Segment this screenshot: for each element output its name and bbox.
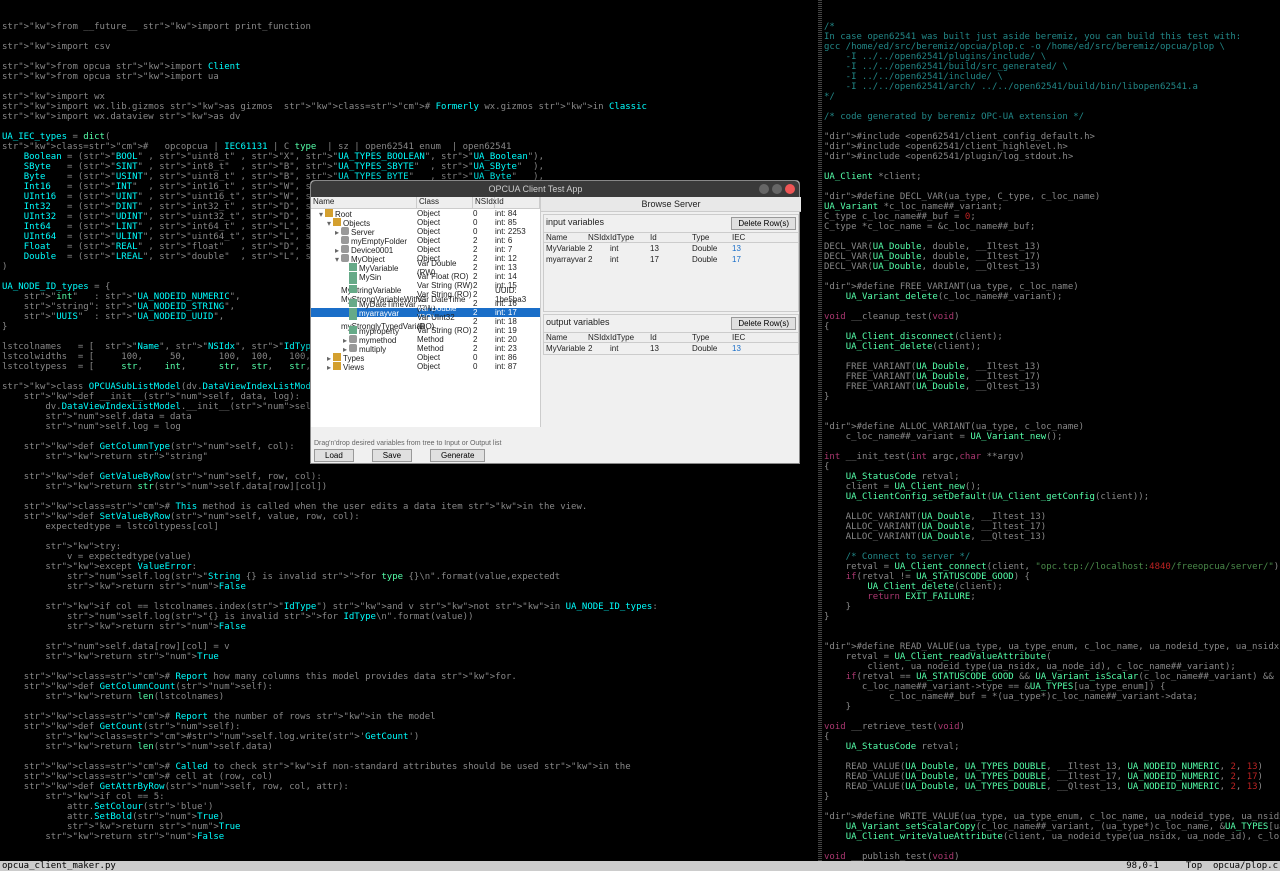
- grid-col-header[interactable]: IdType: [610, 233, 650, 242]
- status-file-right: opcua/plop.c: [1213, 861, 1278, 871]
- tree-row[interactable]: ▸ViewsObject0int: 87: [311, 362, 540, 371]
- grid-col-header[interactable]: IEC: [732, 333, 798, 342]
- input-grid-header: NameNSIdxIdTypeIdTypeIEC: [544, 232, 798, 243]
- right-code-content: /* In case open62541 was built just asid…: [824, 22, 1278, 862]
- status-pos: 98,0-1: [1126, 861, 1159, 871]
- tree-col-name[interactable]: Name: [311, 197, 417, 208]
- grid-row[interactable]: MyVariable2int13Double13: [544, 343, 798, 354]
- tree-col-class[interactable]: Class: [417, 197, 473, 208]
- right-editor-pane[interactable]: /* In case open62541 was built just asid…: [822, 0, 1280, 862]
- grid-col-header[interactable]: Type: [692, 333, 732, 342]
- tree-col-id[interactable]: Id: [495, 197, 540, 208]
- save-button[interactable]: Save: [372, 449, 412, 462]
- output-vars-label: output variables: [546, 317, 731, 330]
- dialog-right-panel: Browse Server input variables Delete Row…: [541, 197, 801, 445]
- status-file-left: opcua_client_maker.py: [2, 861, 116, 871]
- grid-col-header[interactable]: Name: [544, 333, 588, 342]
- dialog-title: OPCUA Client Test App: [315, 184, 756, 194]
- status-bar: opcua_client_maker.py 98,0-1 Top opcua/p…: [0, 861, 1280, 871]
- output-grid[interactable]: MyVariable2int13Double13: [544, 343, 798, 354]
- tree-header: Name Class NSIdx Id: [311, 197, 540, 209]
- generate-button[interactable]: Generate: [430, 449, 485, 462]
- grid-col-header[interactable]: NSIdx: [588, 333, 610, 342]
- output-grid-header: NameNSIdxIdTypeIdTypeIEC: [544, 332, 798, 343]
- input-vars-label: input variables: [546, 217, 731, 230]
- output-section: output variables Delete Row(s) NameNSIdx…: [543, 314, 799, 355]
- drag-tip: Drag'n'drop desired variables from tree …: [311, 439, 541, 448]
- grid-col-header[interactable]: NSIdx: [588, 233, 610, 242]
- status-scroll: Top: [1186, 861, 1202, 871]
- input-grid[interactable]: MyVariable2int13Double13myarrayvar2int17…: [544, 243, 798, 265]
- grid-col-header[interactable]: Type: [692, 233, 732, 242]
- grid-row[interactable]: MyVariable2int13Double13: [544, 243, 798, 254]
- opcua-dialog: OPCUA Client Test App Name Class NSIdx I…: [310, 180, 800, 464]
- input-section: input variables Delete Row(s) NameNSIdxI…: [543, 214, 799, 312]
- grid-col-header[interactable]: IdType: [610, 333, 650, 342]
- tree-pane: Name Class NSIdx Id ▾RootObject0int: 84▾…: [311, 197, 541, 427]
- tree-body[interactable]: ▾RootObject0int: 84▾ObjectsObject0int: 8…: [311, 209, 540, 427]
- grid-row[interactable]: myarrayvar2int17Double17: [544, 254, 798, 265]
- dialog-bottom-left: Drag'n'drop desired variables from tree …: [311, 439, 541, 463]
- load-button[interactable]: Load: [314, 449, 354, 462]
- grid-col-header[interactable]: Id: [650, 333, 692, 342]
- delete-output-row-button[interactable]: Delete Row(s): [731, 317, 796, 330]
- grid-col-header[interactable]: IEC: [732, 233, 798, 242]
- close-icon[interactable]: [785, 184, 795, 194]
- delete-input-row-button[interactable]: Delete Row(s): [731, 217, 796, 230]
- grid-col-header[interactable]: Id: [650, 233, 692, 242]
- browse-server-label[interactable]: Browse Server: [541, 197, 801, 212]
- maximize-icon[interactable]: [772, 184, 782, 194]
- grid-col-header[interactable]: Name: [544, 233, 588, 242]
- minimize-icon[interactable]: [759, 184, 769, 194]
- tree-col-nsidx[interactable]: NSIdx: [473, 197, 495, 208]
- dialog-titlebar[interactable]: OPCUA Client Test App: [311, 181, 799, 197]
